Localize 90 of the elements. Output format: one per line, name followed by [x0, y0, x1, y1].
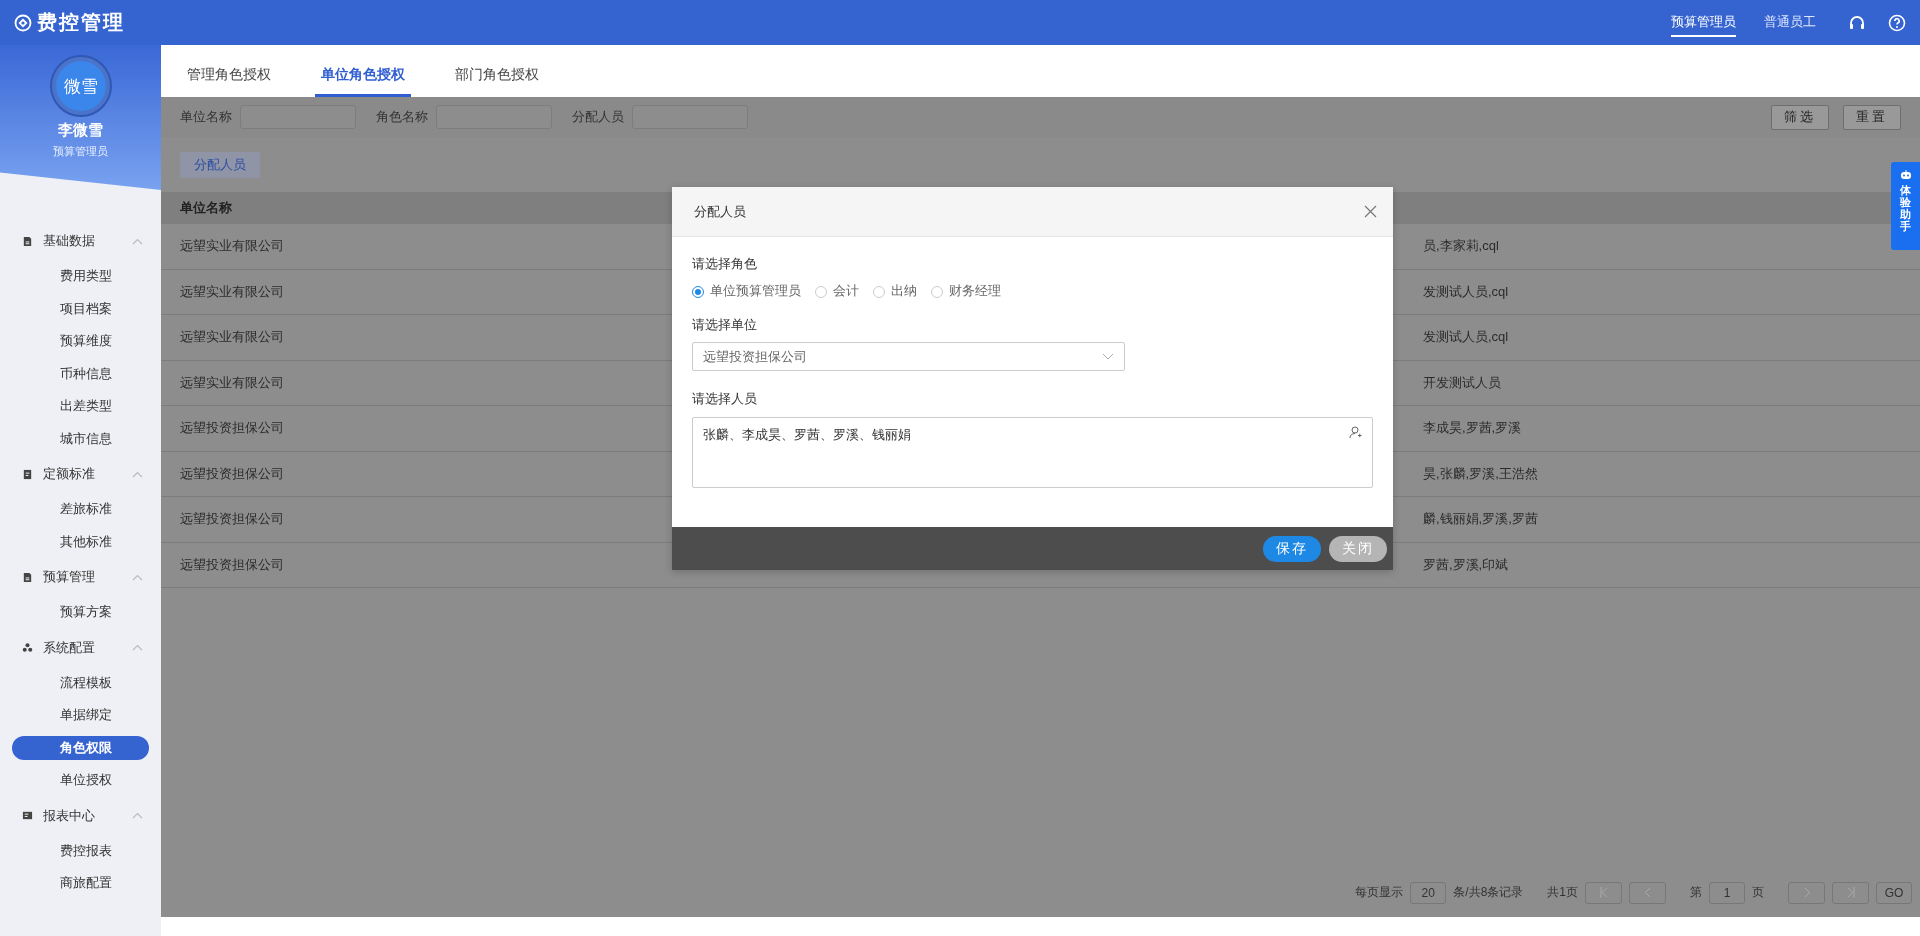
chevron-down-icon — [1102, 353, 1114, 360]
column-header: 单位名称 — [180, 199, 232, 217]
table-cell: 远望实业有限公司 — [180, 283, 284, 299]
page-count: 共1页 — [1547, 884, 1578, 901]
table-cell: 远望实业有限公司 — [180, 329, 284, 345]
sidebar-item[interactable]: 费用类型 — [0, 260, 149, 293]
unit-select[interactable]: 远望投资担保公司 — [692, 342, 1125, 371]
first-page-icon — [1598, 887, 1609, 898]
table-cell: 远望实业有限公司 — [180, 374, 284, 390]
sidebar-item[interactable]: 单据绑定 — [0, 699, 149, 732]
field-label: 请选择单位 — [692, 316, 758, 334]
page-label: 第 — [1690, 884, 1702, 901]
sidebar-item[interactable]: 流程模板 — [0, 666, 149, 699]
table-cell: 罗茜,罗溪,印斌 — [1423, 555, 1509, 574]
table-cell: 远望投资担保公司 — [180, 420, 284, 436]
add-user-icon[interactable] — [1349, 426, 1362, 439]
sidebar-group[interactable]: 系统配置 — [0, 628, 161, 667]
robot-icon — [1899, 170, 1912, 181]
role-tab[interactable]: 普通员工 — [1764, 8, 1816, 37]
sidebar-item[interactable]: 出差类型 — [0, 390, 149, 423]
role-tab[interactable]: 预算管理员 — [1671, 8, 1736, 37]
last-page-button[interactable] — [1832, 881, 1869, 904]
first-page-button[interactable] — [1585, 881, 1622, 904]
role-radio[interactable]: 单位预算管理员 — [692, 283, 801, 300]
field-label: 请选择角色 — [692, 255, 758, 273]
sidebar-item[interactable]: 预算方案 — [0, 596, 149, 629]
document-icon — [22, 235, 33, 247]
logo-icon — [14, 13, 32, 32]
filter-label: 角色名称 — [376, 108, 428, 126]
tab[interactable]: 部门角色授权 — [449, 65, 545, 97]
go-button[interactable]: GO — [1876, 881, 1912, 904]
close-icon[interactable] — [1364, 205, 1377, 218]
headset-icon[interactable] — [1848, 13, 1866, 32]
sidebar-group[interactable]: 预算管理 — [0, 558, 161, 596]
role-radio[interactable]: 会计 — [815, 283, 859, 300]
table-cell: 麟,钱丽娟,罗溪,罗茜 — [1423, 510, 1538, 529]
report-icon — [22, 810, 33, 821]
chevron-right-icon — [1802, 887, 1811, 898]
filter-button[interactable]: 重置 — [1843, 104, 1901, 130]
page-size-field[interactable]: 20 — [1410, 881, 1447, 904]
help-icon[interactable] — [1888, 13, 1906, 32]
sidebar-item[interactable]: 币种信息 — [0, 357, 149, 390]
save-button[interactable]: 保存 — [1263, 535, 1321, 562]
table-cell: 远望实业有限公司 — [180, 238, 284, 254]
document-icon — [22, 571, 33, 583]
table-cell: 远望投资担保公司 — [180, 556, 284, 572]
user-role: 预算管理员 — [53, 144, 108, 159]
sidebar-item[interactable]: 预算维度 — [0, 325, 149, 358]
people-field[interactable]: 张麟、李成昊、罗茜、罗溪、钱丽娟 — [692, 417, 1373, 488]
filter-label: 单位名称 — [180, 108, 232, 126]
sidebar-item[interactable]: 角色权限 — [12, 735, 149, 760]
app-title: 费控管理 — [37, 10, 125, 35]
table-cell: 发测试人员,cql — [1423, 328, 1509, 347]
page-label: 页 — [1752, 884, 1764, 901]
filter-button[interactable]: 筛选 — [1771, 104, 1829, 130]
table-cell: 昊,张麟,罗溪,王浩然 — [1423, 464, 1538, 483]
table-cell: 远望投资担保公司 — [180, 511, 284, 527]
table-cell: 发测试人员,cql — [1423, 282, 1509, 301]
sidebar-group[interactable]: 定额标准 — [0, 455, 161, 493]
role-radio[interactable]: 财务经理 — [931, 283, 1001, 300]
pagination-label: 每页显示 — [1355, 884, 1404, 901]
role-radio[interactable]: 出纳 — [873, 283, 917, 300]
tab[interactable]: 管理角色授权 — [181, 65, 277, 97]
prev-page-button[interactable] — [1629, 881, 1666, 904]
avatar: 微雪 — [51, 57, 110, 115]
sidebar-group[interactable]: 基础数据 — [0, 222, 161, 260]
user-name: 李微雪 — [58, 121, 103, 140]
sidebar-item[interactable]: 单位授权 — [0, 764, 149, 797]
sidebar-group[interactable]: 报表中心 — [0, 796, 161, 835]
nodes-icon — [22, 642, 33, 653]
sidebar-item[interactable]: 差旅标准 — [0, 493, 149, 526]
note-icon — [22, 468, 33, 480]
sidebar-item[interactable]: 其他标准 — [0, 525, 149, 558]
sidebar-item[interactable]: 商旅配置 — [0, 867, 149, 900]
assistant-tab[interactable]: 体验助手 — [1891, 162, 1920, 250]
sidebar-item[interactable]: 城市信息 — [0, 422, 149, 455]
sidebar-item[interactable]: 项目档案 — [0, 292, 149, 325]
last-page-icon — [1845, 887, 1856, 898]
filter-label: 分配人员 — [572, 108, 624, 126]
page-field[interactable]: 1 — [1709, 881, 1745, 904]
table-cell: 李成昊,罗茜,罗溪 — [1423, 419, 1522, 438]
chevron-left-icon — [1643, 887, 1652, 898]
sidebar-item[interactable]: 费控报表 — [0, 834, 149, 867]
dialog-title: 分配人员 — [694, 202, 747, 221]
table-cell: 开发测试人员 — [1423, 373, 1501, 392]
table-cell: 员,李家莉,cql — [1423, 237, 1499, 256]
table-cell: 远望投资担保公司 — [180, 465, 284, 481]
field-label: 请选择人员 — [692, 390, 758, 408]
next-page-button[interactable] — [1788, 881, 1825, 904]
record-summary: 条/共8条记录 — [1453, 884, 1524, 901]
